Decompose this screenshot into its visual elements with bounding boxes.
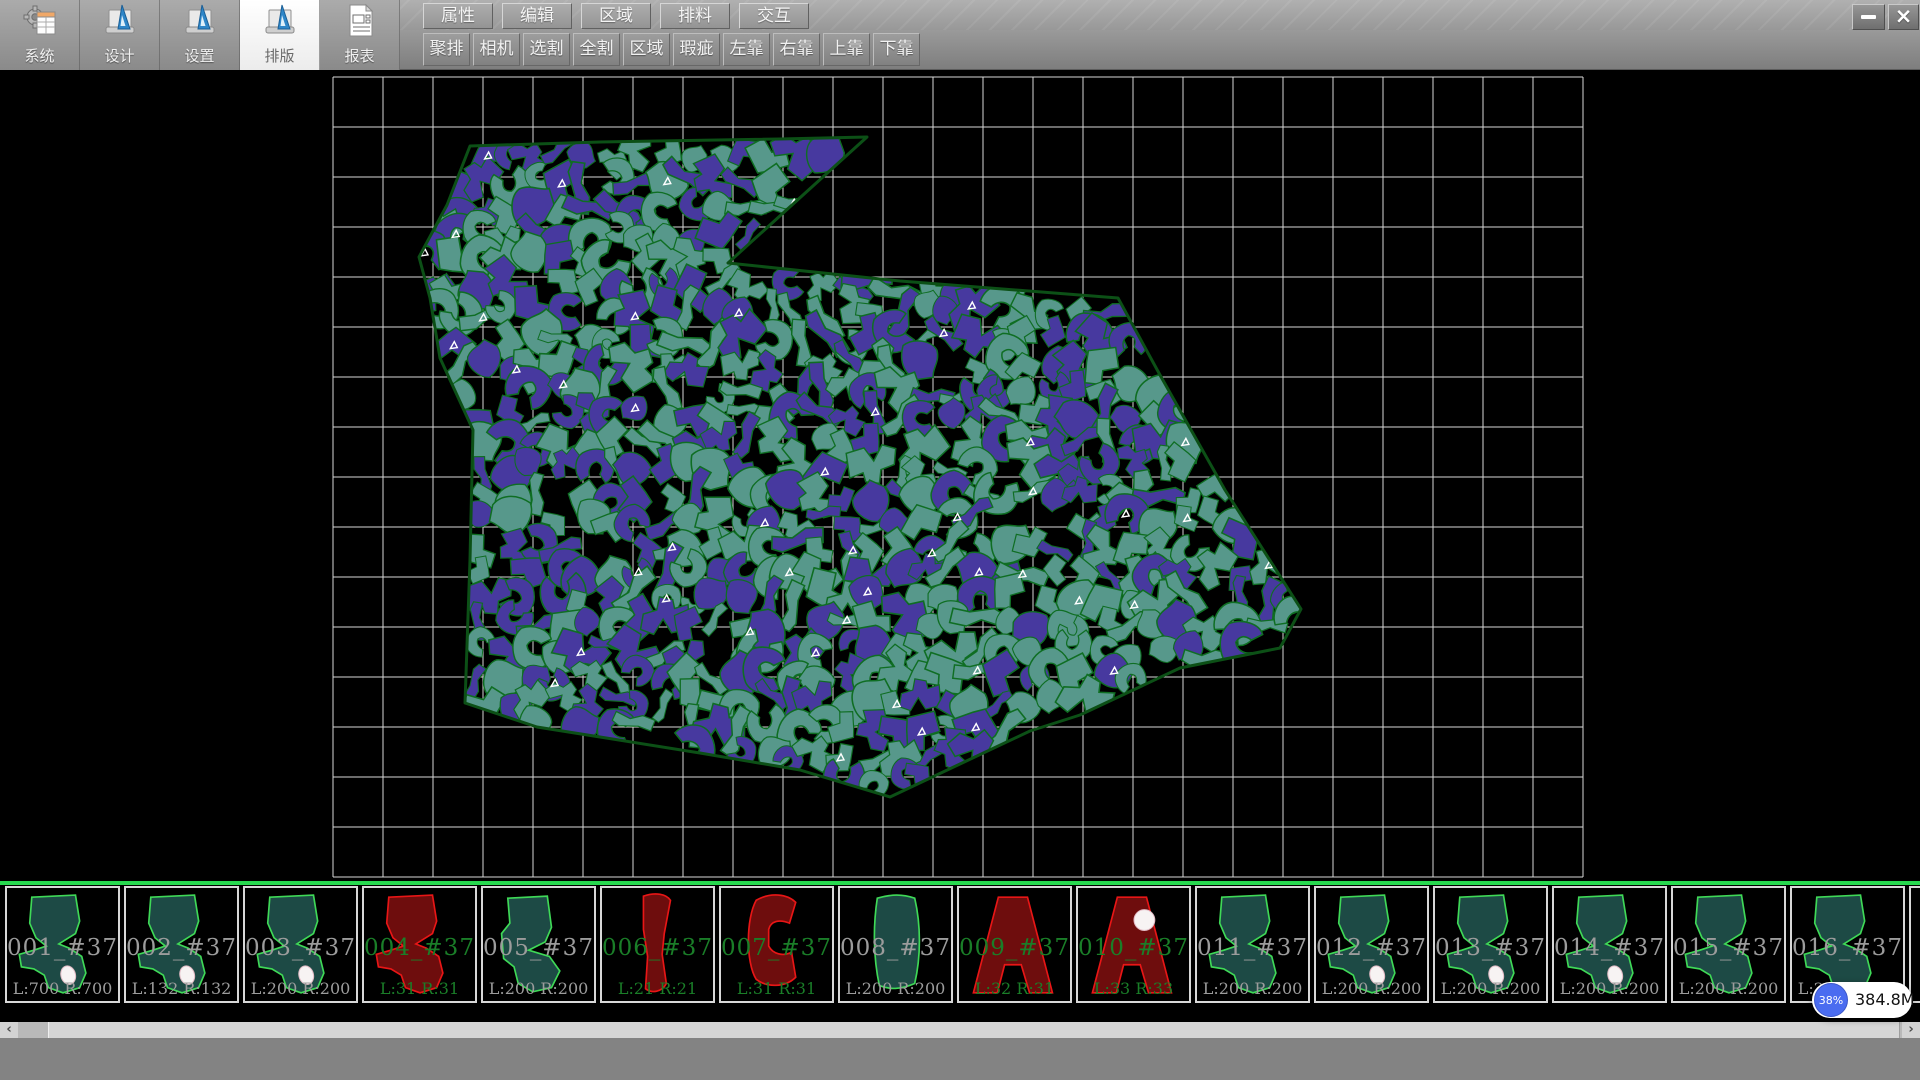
settings-icon <box>182 2 218 44</box>
report-icon <box>342 2 378 44</box>
piece-id: 002_#37 <box>126 935 237 961</box>
piece-id: 013_#37 <box>1435 935 1546 961</box>
thumbnail-7[interactable]: 007_#37 L:31 R:31 <box>719 886 834 1003</box>
nav-label: 设计 <box>104 45 134 66</box>
nav-label: 报表 <box>344 45 374 66</box>
scroll-right-button[interactable]: › <box>1902 1022 1920 1038</box>
nav-label: 排版 <box>264 45 294 66</box>
thumbnail-11[interactable]: 011_#37 L:200 R:200 <box>1195 886 1310 1003</box>
thumbnail-12[interactable]: 012_#37 L:200 R:200 <box>1314 886 1429 1003</box>
menu-tab-row: 属性编辑区域排料交互 <box>423 3 809 29</box>
scrollbar-thumb[interactable] <box>48 1022 1900 1038</box>
horizontal-scrollbar[interactable]: ‹ › <box>0 1022 1920 1038</box>
minimize-icon <box>1861 15 1876 19</box>
nesting-canvas[interactable] <box>0 70 1920 881</box>
piece-id: 010_#37 <box>1078 935 1189 961</box>
thumbnail-17[interactable] <box>1909 886 1920 1003</box>
thumbnail-5[interactable]: 005_#37 L:200 R:200 <box>481 886 596 1003</box>
piece-lr-count: L:32 R:31 <box>959 979 1070 998</box>
thumbnail-10[interactable]: 010_#37 L:33 R:33 <box>1076 886 1191 1003</box>
nav-button-4[interactable]: 排版 <box>240 0 320 70</box>
menu-tab-4[interactable]: 排料 <box>660 3 730 29</box>
piece-lr-count: L:200 R:200 <box>1673 979 1784 998</box>
layout-icon <box>262 2 298 44</box>
tool-button-6[interactable]: 瑕疵 <box>673 33 720 66</box>
tool-button-10[interactable]: 下靠 <box>873 33 920 66</box>
thumbnail-9[interactable]: 009_#37 L:32 R:31 <box>957 886 1072 1003</box>
tool-button-8[interactable]: 右靠 <box>773 33 820 66</box>
piece-lr-count: L:700 R:700 <box>7 979 118 998</box>
design-icon <box>102 2 138 44</box>
thumbnail-8[interactable]: 008_#37 L:200 R:200 <box>838 886 953 1003</box>
thumbnail-4[interactable]: 004_#37 L:31 R:31 <box>362 886 477 1003</box>
nav-label: 系统 <box>24 45 54 66</box>
system-icon <box>22 2 58 44</box>
piece-lr-count: L:200 R:200 <box>245 979 356 998</box>
close-icon: × <box>1895 6 1913 26</box>
piece-id: 008_#37 <box>840 935 951 961</box>
tool-button-7[interactable]: 左靠 <box>723 33 770 66</box>
piece-lr-count: L:132 R:132 <box>126 979 237 998</box>
tool-button-1[interactable]: 聚排 <box>423 33 470 66</box>
piece-lr-count: L:200 R:200 <box>1197 979 1308 998</box>
piece-lr-count: L:200 R:200 <box>483 979 594 998</box>
memory-progress-badge[interactable]: 38% 384.8M <box>1812 982 1912 1018</box>
nav-button-2[interactable]: 设计 <box>80 0 160 70</box>
piece-id: 011_#37 <box>1197 935 1308 961</box>
piece-id: 016_#37 <box>1792 935 1903 961</box>
piece-id: 006_#37 <box>602 935 713 961</box>
piece-lr-count: L:200 R:200 <box>1316 979 1427 998</box>
menu-tab-2[interactable]: 编辑 <box>502 3 572 29</box>
tool-button-3[interactable]: 选割 <box>523 33 570 66</box>
tool-button-2[interactable]: 相机 <box>473 33 520 66</box>
mode-nav: 系统 设计 设置 排版 报表 <box>0 0 400 70</box>
scroll-left-button[interactable]: ‹ <box>0 1022 18 1038</box>
piece-thumbnail-strip: 001_#37 L:700 R:700 002_#37 L:132 R:132 … <box>0 885 1920 1004</box>
piece-id: 014_#37 <box>1554 935 1665 961</box>
thumbnail-1[interactable]: 001_#37 L:700 R:700 <box>5 886 120 1003</box>
nav-button-1[interactable]: 系统 <box>0 0 80 70</box>
thumbnail-13[interactable]: 013_#37 L:200 R:200 <box>1433 886 1548 1003</box>
thumbnail-14[interactable]: 014_#37 L:200 R:200 <box>1552 886 1667 1003</box>
canvas-drawing <box>0 70 1920 881</box>
thumbnail-3[interactable]: 003_#37 L:200 R:200 <box>243 886 358 1003</box>
piece-id: 009_#37 <box>959 935 1070 961</box>
progress-percent: 38% <box>1819 994 1843 1007</box>
nested-pieces <box>402 122 1325 801</box>
piece-id: 007_#37 <box>721 935 832 961</box>
piece-id: 005_#37 <box>483 935 594 961</box>
nav-button-5[interactable]: 报表 <box>320 0 400 70</box>
thumbnail-15[interactable]: 015_#37 L:200 R:200 <box>1671 886 1786 1003</box>
piece-id: 003_#37 <box>245 935 356 961</box>
nav-label: 设置 <box>184 45 214 66</box>
piece-id: 004_#37 <box>364 935 475 961</box>
progress-percent-badge: 38% <box>1814 983 1848 1017</box>
piece-shape <box>1915 890 1920 1000</box>
piece-lr-count: L:31 R:31 <box>721 979 832 998</box>
tool-button-4[interactable]: 全割 <box>573 33 620 66</box>
piece-id: 015_#37 <box>1673 935 1784 961</box>
tool-button-5[interactable]: 区域 <box>623 33 670 66</box>
status-bar <box>0 1038 1920 1080</box>
piece-lr-count: L:33 R:33 <box>1078 979 1189 998</box>
tool-button-9[interactable]: 上靠 <box>823 33 870 66</box>
menu-tab-3[interactable]: 区域 <box>581 3 651 29</box>
piece-lr-count: L:31 R:31 <box>364 979 475 998</box>
piece-id: 012_#37 <box>1316 935 1427 961</box>
nav-button-3[interactable]: 设置 <box>160 0 240 70</box>
piece-lr-count: L:200 R:200 <box>1554 979 1665 998</box>
piece-lr-count: L:200 R:200 <box>1435 979 1546 998</box>
tool-button-row: 聚排相机选割全割区域瑕疵左靠右靠上靠下靠 <box>423 33 920 66</box>
menu-tab-5[interactable]: 交互 <box>739 3 809 29</box>
memory-size-label: 384.8M <box>1855 990 1915 1009</box>
close-button[interactable]: × <box>1888 4 1919 30</box>
main-toolbar: 系统 设计 设置 排版 报表 属 <box>0 0 1920 70</box>
piece-id: 001_#37 <box>7 935 118 961</box>
minimize-button[interactable] <box>1852 4 1885 30</box>
menu-tab-1[interactable]: 属性 <box>423 3 493 29</box>
piece-lr-count: L:21 R:21 <box>602 979 713 998</box>
thumbnail-6[interactable]: 006_#37 L:21 R:21 <box>600 886 715 1003</box>
thumbnail-2[interactable]: 002_#37 L:132 R:132 <box>124 886 239 1003</box>
piece-lr-count: L:200 R:200 <box>840 979 951 998</box>
